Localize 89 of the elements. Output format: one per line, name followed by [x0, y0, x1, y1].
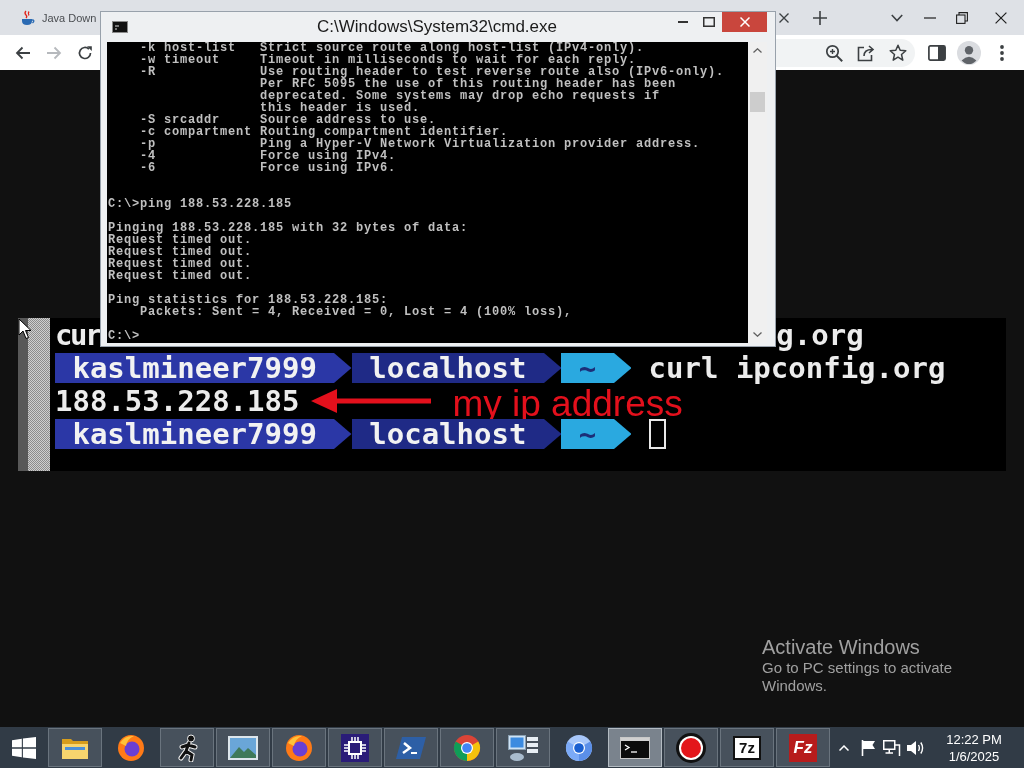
network-icon	[883, 739, 901, 756]
zoom-in-icon	[825, 43, 843, 62]
left-arrow-icon	[311, 388, 432, 413]
plus-icon	[813, 10, 827, 25]
app-logo: Fz	[789, 733, 817, 762]
console-line: Pinging 188.53.228.185 with 32 bytes of data:	[108, 222, 469, 234]
caret-up-icon[interactable]	[753, 48, 762, 53]
clock-date: 1/6/2025	[948, 747, 1000, 765]
segment-arrow-icon	[613, 352, 632, 383]
flag-icon	[861, 739, 875, 756]
windows-logo-icon	[12, 736, 36, 759]
orb-icon	[565, 733, 593, 762]
close-icon	[995, 11, 1007, 24]
speaker-icon	[907, 739, 925, 756]
console-line: -k host-list Strict source route along host-list (IPv4-only).	[140, 42, 645, 54]
record-icon	[676, 732, 706, 763]
console-line: -c compartment Routing compartment identifier.	[140, 126, 509, 138]
window-title: C:\Windows\System32\cmd.exe	[317, 17, 557, 37]
console-line: Per RFC 5095 the use of this routing header has been	[260, 78, 677, 90]
browser-tab[interactable]: Java Down	[8, 0, 100, 35]
taskbar-button[interactable]	[160, 728, 214, 767]
console-icon	[112, 21, 128, 33]
console-line: -w timeout Timeout in milliseconds to wait for each reply.	[140, 54, 637, 66]
landscape-picture-icon	[228, 735, 258, 760]
taskbar-button[interactable]	[384, 728, 438, 767]
activation-message: Go to PC settings to activate Windows.	[762, 659, 954, 695]
console-line: -R Use routing header to test reverse route also (IPv6-only).	[140, 66, 725, 78]
console-line: C:\>ping 188.53.228.185	[108, 198, 293, 210]
flame-globe-icon	[285, 733, 313, 762]
console-line: -6 Force using IPv6.	[140, 162, 397, 174]
segment-arrow-icon	[334, 352, 352, 383]
chip-icon	[341, 733, 369, 762]
segment-arrow-icon	[543, 418, 562, 449]
console-line: Request timed out.	[108, 246, 253, 258]
profile-button[interactable]	[955, 38, 983, 67]
close-icon	[739, 17, 750, 27]
segment-arrow-icon	[613, 418, 632, 449]
reload-icon	[76, 44, 93, 61]
console-line: Request timed out.	[108, 270, 253, 282]
console-line: -S srcaddr Source address to use.	[140, 114, 437, 126]
mouse-pointer-icon	[18, 318, 32, 340]
taskbar-button[interactable]	[328, 728, 382, 767]
segment-arrow-icon	[334, 418, 352, 449]
menu-icon	[1000, 44, 1004, 61]
maximize-icon	[703, 17, 715, 27]
app-logo: 7z	[733, 735, 761, 760]
console-line: deprecated. Some systems may drop echo requests if	[260, 90, 661, 102]
minimize-icon	[924, 16, 936, 19]
terminal-text: g.org	[776, 317, 864, 352]
caret-down-icon	[891, 13, 903, 22]
forward-arrow-icon	[45, 44, 62, 61]
taskbar-button[interactable]	[664, 728, 718, 767]
terminal-text: cur	[55, 317, 100, 352]
clock-time: 12:22 PM	[946, 730, 1002, 748]
caret-up-icon	[839, 744, 849, 751]
segmented-ring-icon	[453, 733, 481, 762]
segment-arrow-icon	[543, 352, 562, 383]
close-icon	[779, 12, 789, 23]
console-line: Ping statistics for 188.53.228.185:	[108, 294, 389, 306]
terminal-text: 188.53.228.185	[55, 383, 300, 418]
console-line: this header is used.	[260, 102, 421, 114]
taskbar-button[interactable]	[496, 728, 550, 767]
command-text: curl ipconfig.org	[648, 350, 946, 385]
console-line: C:\>	[108, 330, 140, 342]
sidebar-icon	[928, 44, 946, 61]
taskbar-button[interactable]	[216, 728, 270, 767]
chevron-tile-icon	[396, 735, 426, 760]
console-line: Packets: Sent = 4, Received = 0, Lost = 4 (100% loss),	[140, 306, 573, 318]
scrollbar-thumb[interactable]	[750, 92, 765, 112]
taskbar-button[interactable]: Fz	[776, 728, 830, 767]
activation-title: Activate Windows	[762, 635, 921, 659]
back-arrow-icon	[14, 44, 31, 61]
console-icon	[620, 736, 650, 759]
star-icon	[889, 43, 907, 62]
avatar-icon	[957, 40, 981, 65]
taskbar-button[interactable]: 7z	[720, 728, 774, 767]
console-line: Request timed out.	[108, 258, 253, 270]
address-bar[interactable]	[776, 38, 915, 67]
console-line: Request timed out.	[108, 234, 253, 246]
console-line: -p Ping a Hyper-V Network Virtualization provider address.	[140, 138, 701, 150]
console-line: -4 Force using IPv4.	[140, 150, 397, 162]
taskbar-button[interactable]	[608, 728, 662, 767]
caret-down-icon[interactable]	[753, 332, 762, 337]
minimize-icon	[678, 21, 688, 23]
cup-icon	[20, 9, 36, 26]
share-icon	[857, 43, 875, 62]
restore-icon	[956, 11, 968, 24]
monitor-panel-icon	[508, 734, 538, 761]
flame-globe-icon	[117, 733, 145, 762]
